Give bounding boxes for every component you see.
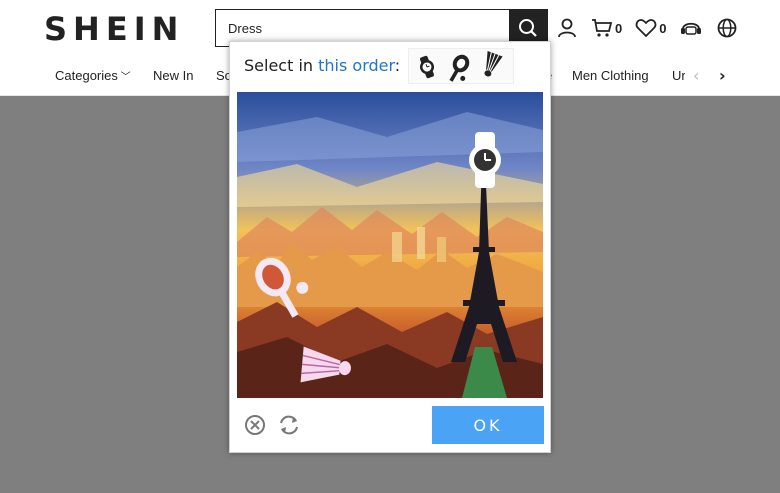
this-order-link[interactable]: this order [318,56,395,75]
racket-icon [449,54,470,82]
chevron-left-icon[interactable]: ‹ [693,66,699,85]
headset-icon [681,22,702,35]
header-actions: 0 0 [556,14,751,42]
search-icon [519,19,537,37]
captcha-target-icons [408,48,514,84]
nav-item-new-in[interactable]: New In [153,68,193,83]
support-button[interactable] [679,17,703,39]
refresh-captcha-button[interactable] [277,414,301,440]
language-button[interactable] [716,17,738,39]
nav-item-categories[interactable]: Categories ﹀ [55,68,131,83]
close-captcha-button[interactable] [244,414,266,440]
shuttlecock-icon [484,50,503,77]
refresh-icon [280,415,298,435]
nav-scroll-arrows: ‹ › [685,62,780,92]
chevron-right-icon[interactable]: › [719,66,726,85]
ok-button[interactable]: OK [432,406,544,444]
captcha-dialog: Select in this order: OK [229,41,551,453]
user-icon [558,18,576,38]
chevron-down-icon: ﹀ [117,72,131,83]
close-circle-icon [245,415,265,435]
nav-item-partial-3[interactable]: Ur [672,68,686,83]
cart-button[interactable]: 0 [591,17,622,39]
account-button[interactable] [556,17,578,39]
wishlist-count: 0 [659,20,667,36]
captcha-image[interactable] [237,92,543,398]
cart-icon [592,19,613,37]
watch-icon [420,55,434,79]
shein-logo[interactable]: SHEIN [44,10,184,48]
globe-icon [718,18,737,38]
heart-icon [635,19,657,38]
nav-item-men-clothing[interactable]: Men Clothing [572,68,649,83]
cart-count: 0 [615,20,623,36]
captcha-instruction: Select in this order: [244,56,401,75]
wishlist-button[interactable]: 0 [635,17,666,39]
